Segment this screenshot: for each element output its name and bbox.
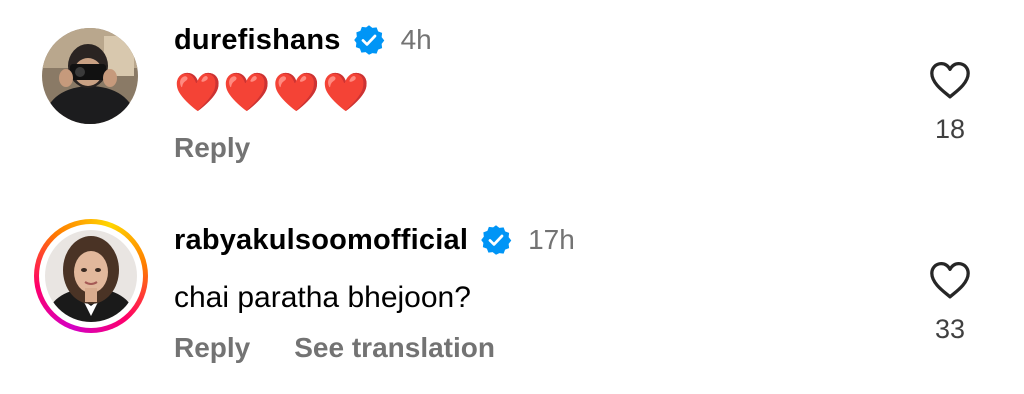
like-control: 18 <box>918 60 982 145</box>
reply-button[interactable]: Reply <box>174 132 250 164</box>
comment-timestamp: 17h <box>528 224 575 255</box>
avatar-rabyakulsoomofficial[interactable] <box>45 230 137 322</box>
username[interactable]: rabyakulsoomofficial <box>174 224 468 257</box>
comment-item: rabyakulsoomofficial 17h chai paratha bh… <box>0 214 1024 374</box>
like-count: 18 <box>934 114 966 144</box>
reply-button[interactable]: Reply <box>174 332 250 364</box>
comment-text: chai paratha bhejoon? <box>174 281 471 314</box>
like-control: 33 <box>918 260 982 345</box>
like-count: 33 <box>934 314 966 344</box>
avatar-durefishans[interactable] <box>42 28 138 124</box>
verified-badge-icon <box>353 24 385 56</box>
heart-outline-icon[interactable] <box>928 60 972 100</box>
verified-badge-icon <box>480 224 512 256</box>
comment-header: rabyakulsoomofficial 17h <box>174 222 575 258</box>
comment-actions: Reply See translation <box>174 328 495 368</box>
username[interactable]: durefishans <box>174 24 341 57</box>
comment-text: ❤️❤️❤️❤️ <box>174 72 372 114</box>
heart-outline-icon[interactable] <box>928 260 972 300</box>
comment-actions: Reply <box>174 128 250 168</box>
comment-timestamp: 4h <box>400 24 432 55</box>
see-translation-button[interactable]: See translation <box>294 332 495 364</box>
story-ring[interactable] <box>34 219 148 333</box>
story-ring-gap <box>39 224 143 328</box>
comment-item: durefishans 4h ❤️❤️❤️❤️ Reply 18 <box>0 22 1024 182</box>
comment-header: durefishans 4h <box>174 22 432 58</box>
